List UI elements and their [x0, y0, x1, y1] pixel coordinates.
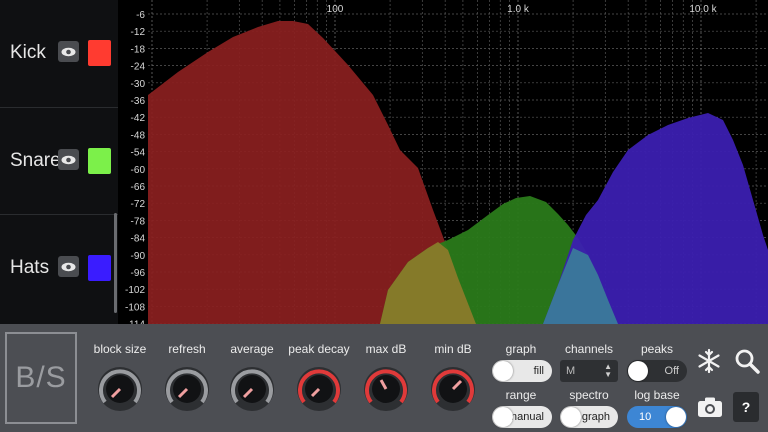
db-axis-labels: -6 -12 -18 -24 -30 -36 -42 -48 -54 -60 -66 -72 -78 -8…	[125, 10, 145, 324]
track-name-kick: Kick	[10, 42, 46, 63]
db-tick-label: -72	[131, 199, 146, 210]
max-db-label: max dB	[365, 342, 407, 356]
db-tick-label: -36	[131, 96, 146, 107]
db-tick-label: -108	[125, 302, 145, 313]
refresh-control: refresh	[155, 342, 219, 412]
peak-decay-label: peak decay	[288, 342, 350, 356]
frequency-axis-labels: 100 1.0 k 10.0 k	[327, 4, 718, 15]
db-tick-label: -84	[131, 234, 146, 245]
color-swatch-kick[interactable]	[88, 40, 111, 66]
peaks-value: Off	[664, 365, 679, 377]
log-base-value: 10	[639, 411, 652, 423]
db-tick-label: -78	[131, 216, 146, 227]
range-toggle[interactable]: manual	[492, 406, 552, 428]
min-db-knob[interactable]	[430, 366, 476, 412]
snowflake-icon[interactable]	[696, 348, 722, 374]
peaks-toggle[interactable]: Off	[627, 360, 687, 382]
help-button[interactable]: ?	[733, 392, 759, 422]
db-tick-label: -24	[131, 62, 146, 73]
spectro-value: graph	[581, 411, 610, 423]
min-db-control: min dB	[421, 342, 485, 412]
db-tick-label: -66	[131, 182, 146, 193]
eye-icon	[61, 47, 76, 56]
spectro-label: spectro	[569, 388, 609, 402]
visibility-toggle-hats[interactable]	[58, 256, 79, 277]
track-snare: Snare	[0, 107, 118, 215]
eye-icon	[61, 155, 76, 164]
graph-value: fill	[533, 365, 544, 377]
db-tick-label: -42	[131, 113, 146, 124]
log-base-toggle[interactable]: 10	[627, 406, 687, 428]
refresh-knob[interactable]	[164, 366, 210, 412]
db-tick-label: -102	[125, 285, 145, 296]
range-label: range	[505, 388, 537, 402]
graph-toggle[interactable]: fill	[492, 360, 552, 382]
average-knob[interactable]	[229, 366, 275, 412]
db-tick-label: -90	[131, 251, 146, 262]
peaks-label: peaks	[640, 342, 674, 356]
peak-decay-control: peak decay	[287, 342, 351, 412]
logo: B/S	[5, 332, 77, 424]
graph-toggle-knob	[493, 361, 513, 381]
block-size-label: block size	[93, 342, 147, 356]
color-swatch-hats[interactable]	[88, 255, 111, 281]
frequency-tick-label: 1.0 k	[507, 4, 530, 15]
range-toggle-knob	[493, 407, 513, 427]
db-tick-label: -60	[131, 165, 146, 176]
channels-select[interactable]: M ▲ ▼	[560, 360, 618, 382]
average-control: average	[220, 342, 284, 412]
updown-arrows-icon: ▲ ▼	[604, 362, 612, 379]
max-db-control: max dB	[354, 342, 418, 412]
control-panel: B/S block size refresh average peak deca…	[0, 324, 768, 432]
spectrum-graph: -6 -12 -18 -24 -30 -36 -42 -48 -54 -60 -66 -72 -78 -8…	[125, 0, 768, 324]
visibility-toggle-kick[interactable]	[58, 41, 79, 62]
db-tick-label: -18	[131, 44, 146, 55]
db-tick-label: -54	[131, 148, 146, 159]
color-swatch-snare[interactable]	[88, 148, 111, 174]
channels-value: M	[566, 365, 576, 377]
db-tick-label: -12	[131, 27, 146, 38]
db-tick-label: -96	[131, 268, 146, 279]
track-hats: Hats	[0, 214, 118, 322]
log-base-label: log base	[634, 388, 680, 402]
range-value: manual	[507, 411, 544, 423]
eye-icon	[61, 262, 76, 271]
track-sidebar: Kick Snare Hats	[0, 0, 118, 324]
min-db-label: min dB	[434, 342, 472, 356]
refresh-label: refresh	[168, 342, 206, 356]
spectrum-plot[interactable]: -6 -12 -18 -24 -30 -36 -42 -48 -54 -60 -66 -72 -78 -8…	[118, 0, 768, 324]
camera-icon[interactable]	[697, 396, 723, 418]
db-tick-label: -30	[131, 79, 146, 90]
visibility-toggle-snare[interactable]	[58, 149, 79, 170]
frequency-tick-label: 100	[327, 4, 344, 15]
spectro-toggle-knob	[561, 407, 581, 427]
frequency-tick-label: 10.0 k	[689, 4, 717, 15]
peak-decay-knob[interactable]	[296, 366, 342, 412]
average-label: average	[230, 342, 274, 356]
track-name-hats: Hats	[10, 257, 50, 278]
block-size-control: block size	[88, 342, 152, 412]
peaks-toggle-knob	[628, 361, 648, 381]
sidebar-scrollbar[interactable]	[114, 213, 117, 313]
max-db-knob[interactable]	[363, 366, 409, 412]
track-kick: Kick	[0, 0, 118, 107]
log-base-toggle-knob	[666, 407, 686, 427]
db-tick-label: -6	[136, 10, 145, 21]
track-name-snare: Snare	[10, 150, 61, 171]
spectro-toggle[interactable]: graph	[560, 406, 618, 428]
db-tick-label: -48	[131, 130, 146, 141]
channels-label: channels	[564, 342, 614, 356]
graph-label: graph	[505, 342, 537, 356]
search-icon[interactable]	[734, 348, 760, 374]
block-size-knob[interactable]	[97, 366, 143, 412]
